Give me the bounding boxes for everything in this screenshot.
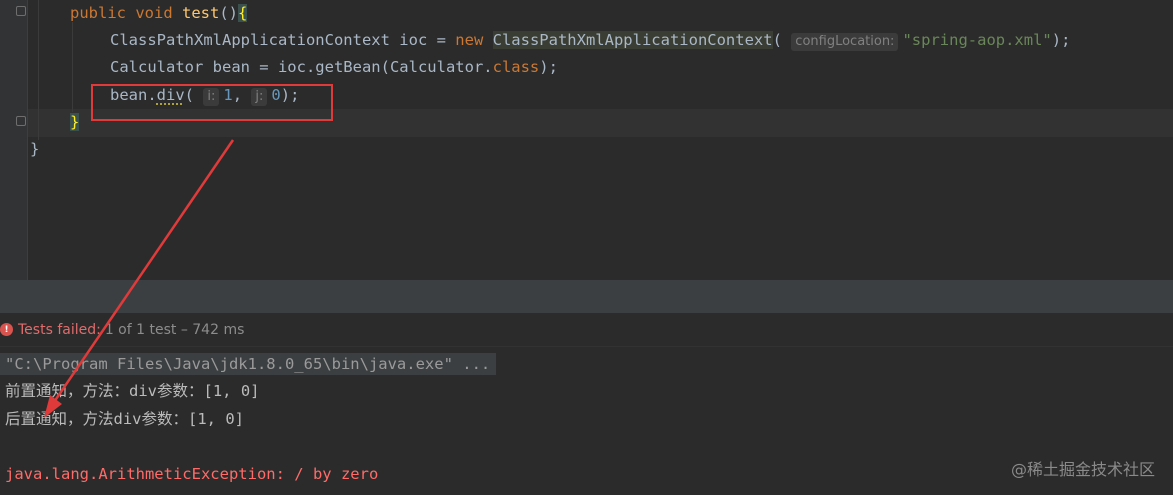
- console-line-before-advice: 前置通知，方法：div参数：[1, 0]: [5, 382, 260, 400]
- variable: ioc =: [389, 31, 456, 49]
- test-status-bar: ! Tests failed: 1 of 1 test – 742 ms: [0, 313, 1173, 347]
- code-line-method-signature[interactable]: public void test(){: [70, 2, 248, 24]
- console-output[interactable]: "C:\Program Files\Java\jdk1.8.0_65\bin\j…: [0, 348, 1173, 495]
- parens: (): [219, 4, 239, 22]
- error-icon: !: [0, 323, 13, 336]
- keyword: void: [135, 4, 173, 22]
- code-text: Calculator bean = ioc.getBean(Calculator…: [110, 58, 493, 76]
- type-name: ClassPathXmlApplicationContext: [110, 31, 390, 49]
- keyword: class: [492, 58, 540, 76]
- console-exception-line[interactable]: java.lang.ArithmeticException: / by zero: [5, 463, 378, 485]
- keyword: new: [455, 31, 484, 49]
- code-text: );: [539, 58, 558, 76]
- tests-failed-label: Tests failed:: [18, 321, 101, 338]
- parameter-hint: configLocation:: [791, 33, 899, 51]
- fold-marker-icon[interactable]: [16, 116, 26, 126]
- annotation-highlight-box: [91, 84, 333, 121]
- panel-splitter[interactable]: [0, 280, 1173, 313]
- open-paren: (: [772, 31, 782, 49]
- code-editor[interactable]: public void test(){ ClassPathXmlApplicat…: [0, 0, 1173, 280]
- keyword: public: [70, 4, 126, 22]
- code-line-context[interactable]: ClassPathXmlApplicationContext ioc = new…: [110, 29, 1070, 51]
- code-line-class-close[interactable]: }: [30, 138, 39, 160]
- method-name: test: [182, 4, 220, 22]
- editor-gutter[interactable]: [0, 0, 27, 280]
- gutter-divider: [27, 0, 28, 280]
- fold-marker-icon[interactable]: [16, 6, 26, 16]
- code-line-getbean[interactable]: Calculator bean = ioc.getBean(Calculator…: [110, 56, 558, 78]
- class-reference: ClassPathXmlApplicationContext: [492, 31, 773, 49]
- console-command-line[interactable]: "C:\Program Files\Java\jdk1.8.0_65\bin\j…: [0, 353, 497, 375]
- close-paren: );: [1051, 31, 1071, 49]
- test-summary: 1 of 1 test – 742 ms: [104, 321, 245, 338]
- brace-match: }: [70, 113, 80, 131]
- brace-match: {: [238, 4, 248, 22]
- watermark: @稀土掘金技术社区: [1010, 460, 1155, 479]
- console-line-after-advice: 后置通知，方法div参数：[1, 0]: [5, 410, 244, 428]
- brace: }: [30, 140, 40, 158]
- indent-guide: [38, 0, 39, 140]
- string-literal: "spring-aop.xml": [902, 31, 1052, 49]
- code-line-method-close[interactable]: }: [70, 111, 80, 133]
- indent-guide: [72, 22, 73, 112]
